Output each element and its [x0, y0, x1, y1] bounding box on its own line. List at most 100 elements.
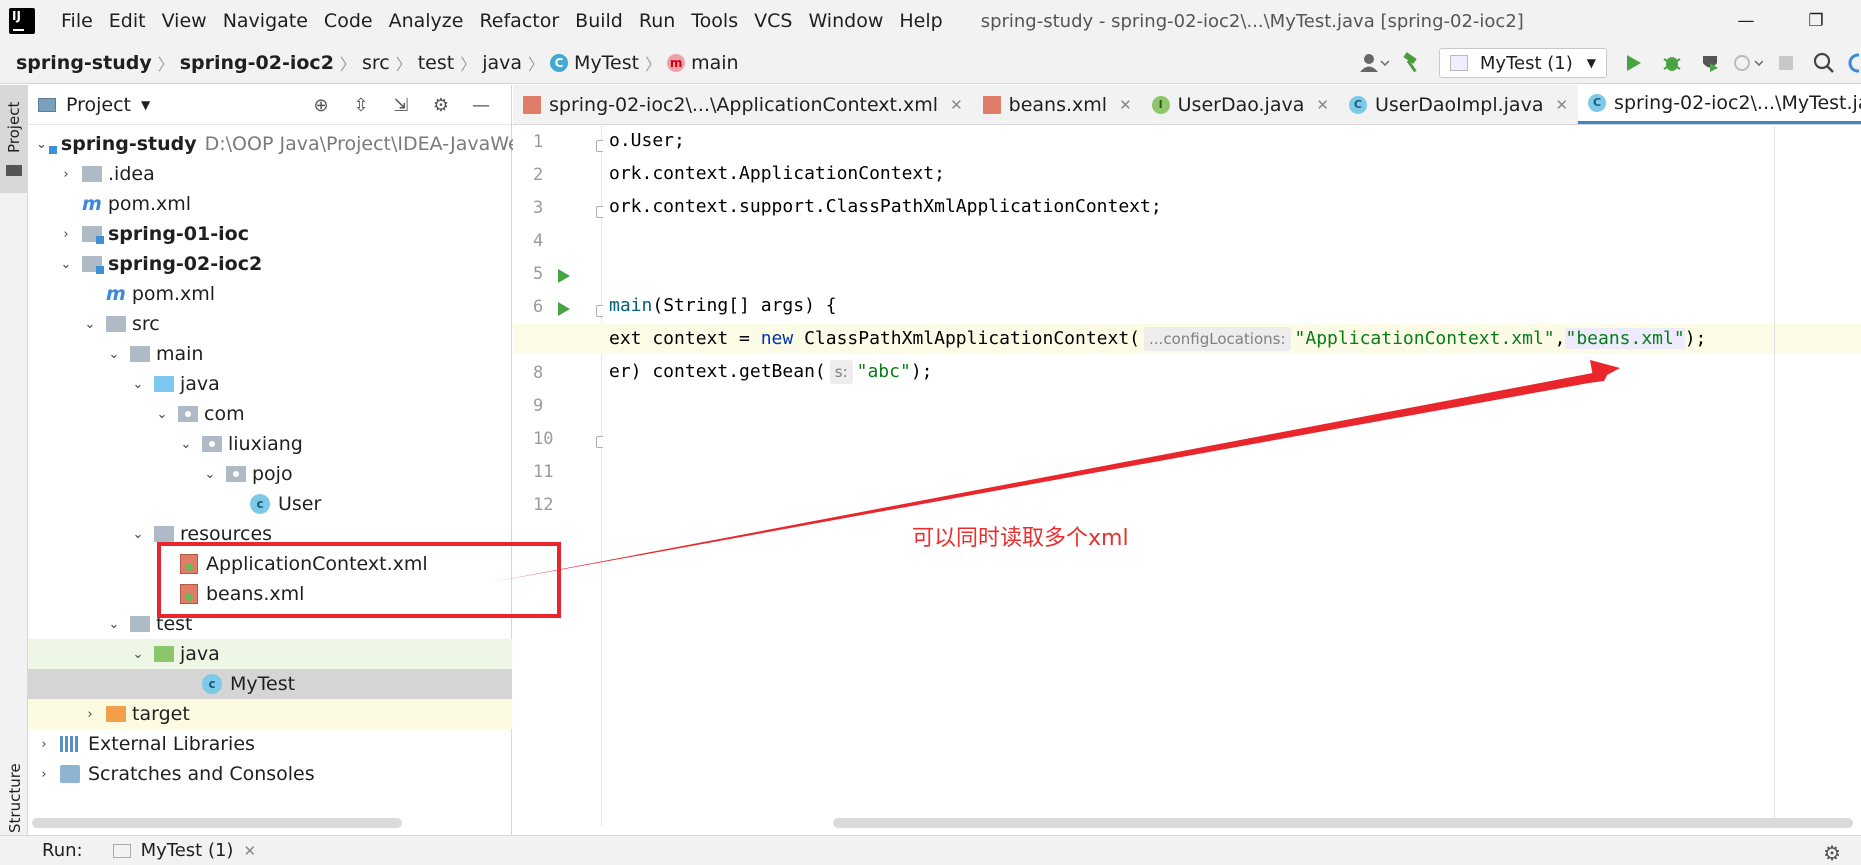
menu-run[interactable]: Run: [631, 0, 683, 42]
menu-window[interactable]: Window: [800, 0, 891, 42]
chevron-down-icon[interactable]: ⌄: [36, 137, 47, 152]
chevron-down-icon[interactable]: ⌄: [58, 257, 74, 272]
tree-label: Scratches and Consoles: [88, 763, 315, 785]
menu-code[interactable]: Code: [316, 0, 381, 42]
build-button[interactable]: [1395, 47, 1429, 79]
structure-tool-tab[interactable]: Structure: [0, 740, 28, 835]
run-class-gutter-icon[interactable]: [558, 269, 570, 283]
chevron-down-icon[interactable]: ⌄: [130, 377, 146, 392]
coverage-button[interactable]: [1693, 47, 1727, 79]
tree-item-main[interactable]: ⌄ main: [28, 339, 512, 369]
parameter-hint: ...configLocations:: [1144, 327, 1291, 351]
close-icon[interactable]: ✕: [243, 842, 256, 860]
project-panel-title[interactable]: Project: [66, 94, 131, 116]
chevron-down-icon[interactable]: ⌄: [82, 317, 98, 332]
editor-horizontal-scrollbar[interactable]: [833, 818, 1853, 828]
settings-partial-button[interactable]: [1845, 47, 1859, 79]
tree-item-main-java[interactable]: ⌄ java: [28, 369, 512, 399]
breadcrumb-method[interactable]: main: [691, 52, 738, 74]
profile-button[interactable]: [1731, 47, 1765, 79]
tree-item-pom-root[interactable]: m pom.xml: [28, 189, 512, 219]
close-icon[interactable]: ✕: [950, 96, 963, 114]
module-folder-icon: [82, 256, 104, 274]
breadcrumb-test[interactable]: test: [418, 52, 455, 74]
chevron-down-icon[interactable]: ⌄: [106, 617, 122, 632]
tree-item-idea[interactable]: › .idea: [28, 159, 512, 189]
project-horizontal-scrollbar[interactable]: [32, 818, 402, 828]
run-method-gutter-icon[interactable]: [558, 302, 570, 316]
tree-item-target[interactable]: › target: [28, 699, 512, 729]
menu-refactor[interactable]: Refactor: [471, 0, 567, 42]
restore-button[interactable]: ❐: [1786, 0, 1846, 42]
tab-beans-xml[interactable]: beans.xml ✕: [973, 85, 1142, 124]
tree-item-external-libraries[interactable]: › External Libraries: [28, 729, 512, 759]
chevron-down-icon[interactable]: ⌄: [154, 407, 170, 422]
chevron-down-icon[interactable]: ⌄: [130, 527, 146, 542]
structure-tool-label: Structure: [6, 763, 24, 833]
tab-userdaoimpl-java[interactable]: C UserDaoImpl.java ✕: [1339, 85, 1578, 124]
tree-item-src[interactable]: ⌄ src: [28, 309, 512, 339]
chevron-right-icon[interactable]: ›: [36, 737, 52, 752]
run-label: Run:: [42, 840, 83, 861]
search-everywhere-button[interactable]: [1807, 47, 1841, 79]
run-configuration-select[interactable]: MyTest (1) ▼: [1438, 48, 1607, 78]
menu-analyze[interactable]: Analyze: [381, 0, 472, 42]
debug-button[interactable]: [1655, 47, 1689, 79]
tree-item-spring-01-ioc[interactable]: › spring-01-ioc: [28, 219, 512, 249]
chevron-right-icon[interactable]: ›: [82, 707, 98, 722]
run-button[interactable]: [1617, 47, 1651, 79]
menu-vcs[interactable]: VCS: [746, 0, 800, 42]
line-number: 9: [533, 396, 544, 416]
tab-applicationcontext-xml[interactable]: spring-02-ioc2\...\ApplicationContext.xm…: [513, 85, 973, 124]
code-editor[interactable]: o.User; ork.context.ApplicationContext; …: [513, 126, 1861, 826]
tree-item-spring-02-ioc2[interactable]: ⌄ spring-02-ioc2: [28, 249, 512, 279]
tree-item-mytest[interactable]: c MyTest: [28, 669, 512, 699]
keyword-new: new: [760, 328, 794, 349]
breadcrumb-project[interactable]: spring-study: [16, 52, 152, 74]
user-account-button[interactable]: [1357, 47, 1391, 79]
chevron-down-icon[interactable]: ⌄: [202, 467, 218, 482]
menu-navigate[interactable]: Navigate: [215, 0, 316, 42]
menu-file[interactable]: File: [53, 0, 101, 42]
tree-item-test-java[interactable]: ⌄ java: [28, 639, 512, 669]
chevron-down-icon[interactable]: ⌄: [178, 437, 194, 452]
tree-item-com[interactable]: ⌄ com: [28, 399, 512, 429]
gear-icon[interactable]: ⚙: [1823, 841, 1841, 865]
project-tool-label: Project: [5, 101, 23, 153]
menu-edit[interactable]: Edit: [101, 0, 154, 42]
menu-tools[interactable]: Tools: [683, 0, 746, 42]
chevron-right-icon[interactable]: ›: [36, 767, 52, 782]
menu-help[interactable]: Help: [891, 0, 950, 42]
stop-button[interactable]: [1769, 47, 1803, 79]
tree-item-pom-module[interactable]: m pom.xml: [28, 279, 512, 309]
run-tab-mytest[interactable]: MyTest (1) ✕: [112, 840, 256, 861]
menu-view[interactable]: View: [154, 0, 215, 42]
gear-icon[interactable]: ⚙: [421, 95, 461, 116]
close-icon[interactable]: ✕: [1555, 96, 1568, 114]
breadcrumb-src[interactable]: src: [362, 52, 390, 74]
tree-item-scratches[interactable]: › Scratches and Consoles: [28, 759, 512, 789]
tree-item-pojo[interactable]: ⌄ pojo: [28, 459, 512, 489]
tree-item-liuxiang[interactable]: ⌄ liuxiang: [28, 429, 512, 459]
tab-mytest-java[interactable]: C spring-02-ioc2\...\MyTest.java ✕: [1578, 85, 1861, 124]
tree-item-spring-study[interactable]: ⌄ spring-study D:\OOP Java\Project\IDEA-…: [28, 129, 532, 159]
breadcrumb-module[interactable]: spring-02-ioc2: [180, 52, 334, 74]
expand-all-icon[interactable]: ⇳: [341, 95, 381, 116]
tab-userdao-java[interactable]: I UserDao.java ✕: [1142, 85, 1339, 124]
tree-item-user-class[interactable]: c User: [28, 489, 512, 519]
breadcrumb-java[interactable]: java: [482, 52, 522, 74]
chevron-right-icon[interactable]: ›: [58, 167, 74, 182]
close-icon[interactable]: ✕: [1316, 96, 1329, 114]
menu-build[interactable]: Build: [567, 0, 631, 42]
hide-icon[interactable]: —: [461, 95, 501, 116]
project-tool-tab[interactable]: Project: [0, 85, 28, 193]
minimize-button[interactable]: —: [1716, 0, 1776, 42]
chevron-right-icon[interactable]: ›: [58, 227, 74, 242]
close-icon[interactable]: ✕: [1119, 96, 1132, 114]
breadcrumb-class[interactable]: MyTest: [574, 52, 639, 74]
chevron-down-icon[interactable]: ⌄: [130, 647, 146, 662]
collapse-all-icon[interactable]: ⇲: [381, 95, 421, 116]
chevron-down-icon[interactable]: ⌄: [106, 347, 122, 362]
chevron-down-icon[interactable]: ▼: [141, 98, 150, 112]
locate-icon[interactable]: ⊕: [301, 95, 341, 116]
